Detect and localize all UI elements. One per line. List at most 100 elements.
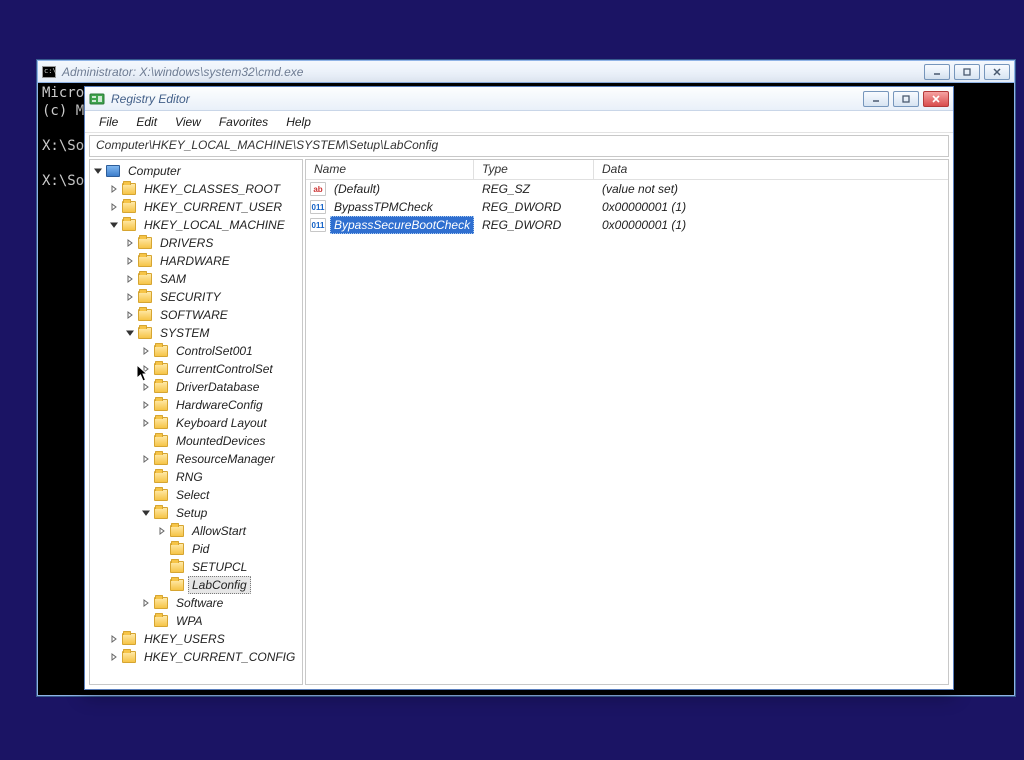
cmd-titlebar[interactable]: Administrator: X:\windows\system32\cmd.e… <box>38 61 1014 83</box>
tree-node[interactable]: HKEY_USERS <box>90 630 302 648</box>
chevron-right-icon[interactable] <box>140 597 152 609</box>
tree-node[interactable]: SOFTWARE <box>90 306 302 324</box>
tree-node-label[interactable]: SOFTWARE <box>156 306 232 324</box>
tree-node[interactable]: SECURITY <box>90 288 302 306</box>
menu-help[interactable]: Help <box>278 113 319 131</box>
regedit-close-button[interactable] <box>923 91 949 107</box>
tree-node-label[interactable]: ResourceManager <box>172 450 279 468</box>
tree-node-label[interactable]: SECURITY <box>156 288 225 306</box>
value-row[interactable]: ab(Default)REG_SZ(value not set) <box>306 180 948 198</box>
value-row[interactable]: 011BypassSecureBootCheckREG_DWORD0x00000… <box>306 216 948 234</box>
regedit-minimize-button[interactable] <box>863 91 889 107</box>
chevron-right-icon[interactable] <box>140 417 152 429</box>
tree-node[interactable]: RNG <box>90 468 302 486</box>
cmd-minimize-button[interactable] <box>924 64 950 80</box>
tree-node-label[interactable]: Computer <box>124 162 185 180</box>
tree-node-label[interactable]: RNG <box>172 468 207 486</box>
chevron-right-icon[interactable] <box>124 309 136 321</box>
tree-node-label[interactable]: AllowStart <box>188 522 250 540</box>
column-name[interactable]: Name <box>306 160 474 179</box>
tree-node-label[interactable]: HARDWARE <box>156 252 234 270</box>
tree-node-label[interactable]: DriverDatabase <box>172 378 263 396</box>
tree-node[interactable]: MountedDevices <box>90 432 302 450</box>
tree-node-label[interactable]: HKEY_CURRENT_USER <box>140 198 286 216</box>
tree-node-label[interactable]: Pid <box>188 540 213 558</box>
chevron-right-icon[interactable] <box>124 255 136 267</box>
tree-node[interactable]: Computer <box>90 162 302 180</box>
tree-node-label[interactable]: LabConfig <box>188 576 251 594</box>
menu-edit[interactable]: Edit <box>128 113 165 131</box>
tree-node[interactable]: SETUPCL <box>90 558 302 576</box>
tree-node-label[interactable]: CurrentControlSet <box>172 360 277 378</box>
chevron-right-icon[interactable] <box>108 183 120 195</box>
value-row[interactable]: 011BypassTPMCheckREG_DWORD0x00000001 (1) <box>306 198 948 216</box>
chevron-right-icon[interactable] <box>140 363 152 375</box>
tree-node-label[interactable]: HKEY_CURRENT_CONFIG <box>140 648 299 666</box>
chevron-right-icon[interactable] <box>108 633 120 645</box>
tree-node-label[interactable]: HKEY_USERS <box>140 630 229 648</box>
tree-node[interactable]: HKEY_CURRENT_USER <box>90 198 302 216</box>
tree-node-label[interactable]: Setup <box>172 504 211 522</box>
tree-node[interactable]: DriverDatabase <box>90 378 302 396</box>
tree-node[interactable]: Select <box>90 486 302 504</box>
chevron-right-icon[interactable] <box>140 399 152 411</box>
tree-node[interactable]: WPA <box>90 612 302 630</box>
tree-node-label[interactable]: HKEY_LOCAL_MACHINE <box>140 216 289 234</box>
chevron-right-icon[interactable] <box>140 453 152 465</box>
chevron-right-icon[interactable] <box>124 273 136 285</box>
column-data[interactable]: Data <box>594 160 948 179</box>
tree-node-label[interactable]: SAM <box>156 270 190 288</box>
tree-node[interactable]: Setup <box>90 504 302 522</box>
chevron-right-icon[interactable] <box>124 291 136 303</box>
tree-node[interactable]: HKEY_CURRENT_CONFIG <box>90 648 302 666</box>
column-type[interactable]: Type <box>474 160 594 179</box>
cmd-close-button[interactable] <box>984 64 1010 80</box>
tree-node-label[interactable]: SETUPCL <box>188 558 251 576</box>
tree-node[interactable]: AllowStart <box>90 522 302 540</box>
tree-node-label[interactable]: HardwareConfig <box>172 396 267 414</box>
menu-favorites[interactable]: Favorites <box>211 113 276 131</box>
tree-node[interactable]: HardwareConfig <box>90 396 302 414</box>
tree-node-label[interactable]: Keyboard Layout <box>172 414 271 432</box>
tree-node-label[interactable]: SYSTEM <box>156 324 213 342</box>
chevron-down-icon[interactable] <box>92 165 104 177</box>
values-header[interactable]: Name Type Data <box>306 160 948 180</box>
tree-node[interactable]: HKEY_LOCAL_MACHINE <box>90 216 302 234</box>
chevron-right-icon[interactable] <box>140 345 152 357</box>
tree-node[interactable]: LabConfig <box>90 576 302 594</box>
tree-node[interactable]: SAM <box>90 270 302 288</box>
tree-node[interactable]: ResourceManager <box>90 450 302 468</box>
tree-node-label[interactable]: MountedDevices <box>172 432 269 450</box>
tree-node[interactable]: Pid <box>90 540 302 558</box>
menu-file[interactable]: File <box>91 113 126 131</box>
tree-node-label[interactable]: Software <box>172 594 227 612</box>
chevron-right-icon[interactable] <box>156 525 168 537</box>
tree-node[interactable]: DRIVERS <box>90 234 302 252</box>
tree-node[interactable]: HKEY_CLASSES_ROOT <box>90 180 302 198</box>
values-pane[interactable]: Name Type Data ab(Default)REG_SZ(value n… <box>305 159 949 685</box>
address-bar[interactable]: Computer\HKEY_LOCAL_MACHINE\SYSTEM\Setup… <box>89 135 949 157</box>
chevron-right-icon[interactable] <box>124 237 136 249</box>
chevron-right-icon[interactable] <box>140 381 152 393</box>
tree-node[interactable]: ControlSet001 <box>90 342 302 360</box>
regedit-maximize-button[interactable] <box>893 91 919 107</box>
regedit-titlebar[interactable]: Registry Editor <box>85 87 953 111</box>
tree-node-label[interactable]: Select <box>172 486 213 504</box>
tree-node-label[interactable]: HKEY_CLASSES_ROOT <box>140 180 284 198</box>
chevron-down-icon[interactable] <box>124 327 136 339</box>
tree-node[interactable]: Keyboard Layout <box>90 414 302 432</box>
chevron-right-icon[interactable] <box>108 651 120 663</box>
chevron-down-icon[interactable] <box>140 507 152 519</box>
tree-node-label[interactable]: ControlSet001 <box>172 342 257 360</box>
tree-node[interactable]: CurrentControlSet <box>90 360 302 378</box>
tree-pane[interactable]: ComputerHKEY_CLASSES_ROOTHKEY_CURRENT_US… <box>89 159 303 685</box>
cmd-maximize-button[interactable] <box>954 64 980 80</box>
menu-view[interactable]: View <box>167 113 209 131</box>
tree-node[interactable]: HARDWARE <box>90 252 302 270</box>
chevron-right-icon[interactable] <box>108 201 120 213</box>
tree-node[interactable]: SYSTEM <box>90 324 302 342</box>
tree-node[interactable]: Software <box>90 594 302 612</box>
tree-node-label[interactable]: DRIVERS <box>156 234 217 252</box>
chevron-down-icon[interactable] <box>108 219 120 231</box>
tree-node-label[interactable]: WPA <box>172 612 206 630</box>
